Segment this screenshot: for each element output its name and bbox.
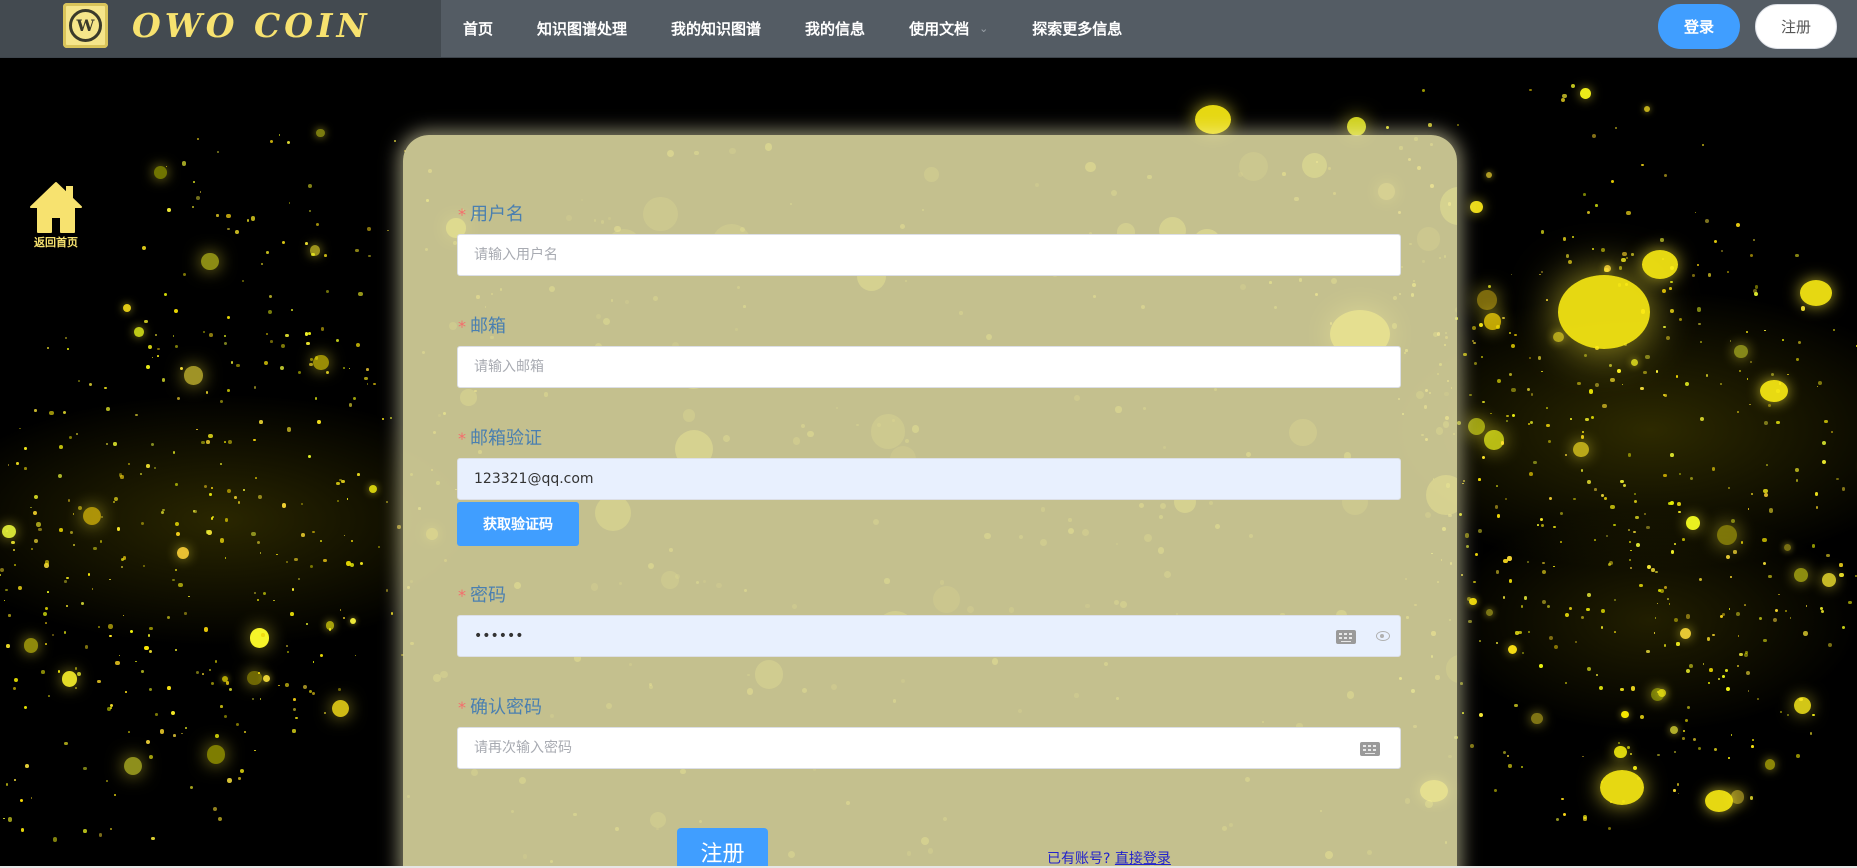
home-link-label: 返回首页 [34, 236, 78, 249]
password-label-text: 密码 [470, 585, 506, 606]
required-mark: * [458, 586, 466, 605]
username-placeholder: 请输入用户名 [474, 247, 558, 263]
nav-item-label: 我的信息 [805, 19, 866, 38]
username-label: * 用户名 [458, 200, 524, 226]
nav-item-label: 探索更多信息 [1032, 19, 1123, 38]
get-code-button[interactable]: 获取验证码 [457, 502, 579, 546]
nav-menu: 首页 知识图谱处理 我的知识图谱 我的信息 使用文档 ⌄ 探索更多信息 [441, 0, 1144, 57]
direct-login-link[interactable]: 直接登录 [1115, 851, 1171, 867]
nav-item-label: 我的知识图谱 [671, 19, 762, 38]
required-mark: * [458, 429, 466, 448]
nav-item-explore[interactable]: 探索更多信息 [1010, 5, 1144, 53]
email-verify-value: 123321@qq.com [474, 471, 594, 487]
submit-register-button[interactable]: 注册 [677, 828, 768, 868]
nav-item-label: 知识图谱处理 [537, 19, 628, 38]
brand-area: W OWO COIN [0, 0, 441, 57]
login-prompt: 已有账号? 直接登录 [1047, 848, 1171, 868]
nav-item-label: 首页 [463, 19, 494, 38]
confirm-password-label-text: 确认密码 [470, 697, 542, 718]
login-prompt-text: 已有账号? [1047, 851, 1111, 867]
register-form-card: * 用户名 请输入用户名 * 邮箱 请输入邮箱 * 邮箱验证 123321@qq.co… [403, 135, 1457, 868]
confirm-password-label: * 确认密码 [458, 693, 542, 719]
register-button[interactable]: 注册 [1755, 4, 1837, 49]
username-label-text: 用户名 [470, 204, 524, 225]
nav-item-label: 使用文档 [909, 19, 970, 38]
top-navbar: W OWO COIN 首页 知识图谱处理 我的知识图谱 我的信息 使用文档 ⌄ … [0, 0, 1857, 58]
home-icon [30, 182, 82, 233]
email-verify-input[interactable]: 123321@qq.com [457, 458, 1401, 500]
confirm-password-placeholder: 请再次输入密码 [474, 740, 572, 756]
required-mark: * [458, 205, 466, 224]
email-label: * 邮箱 [458, 312, 506, 338]
email-input[interactable]: 请输入邮箱 [457, 346, 1401, 388]
nav-item-my-kg[interactable]: 我的知识图谱 [649, 5, 783, 53]
username-input[interactable]: 请输入用户名 [457, 234, 1401, 276]
keyboard-icon[interactable] [1336, 630, 1356, 644]
confirm-password-input[interactable]: 请再次输入密码 [457, 727, 1401, 769]
keyboard-icon[interactable] [1360, 742, 1380, 756]
email-verify-label-text: 邮箱验证 [470, 428, 542, 449]
required-mark: * [458, 698, 466, 717]
email-placeholder: 请输入邮箱 [474, 359, 544, 375]
email-label-text: 邮箱 [470, 316, 506, 337]
nav-item-kg-processing[interactable]: 知识图谱处理 [515, 5, 649, 53]
password-label: * 密码 [458, 581, 506, 607]
chevron-down-icon: ⌄ [979, 21, 989, 35]
brand-name: OWO COIN [132, 6, 371, 45]
email-verify-label: * 邮箱验证 [458, 424, 542, 450]
required-mark: * [458, 317, 466, 336]
login-button[interactable]: 登录 [1658, 4, 1740, 49]
nav-item-home[interactable]: 首页 [441, 5, 515, 53]
logo-letter: W [76, 16, 95, 35]
logo-icon[interactable]: W [63, 3, 108, 48]
nav-item-my-info[interactable]: 我的信息 [783, 5, 887, 53]
password-input[interactable]: •••••• [457, 615, 1401, 657]
home-link[interactable]: 返回首页 [26, 180, 86, 250]
eye-icon[interactable] [1376, 631, 1390, 641]
nav-item-docs[interactable]: 使用文档 ⌄ [887, 5, 1010, 53]
password-value: •••••• [474, 628, 524, 644]
